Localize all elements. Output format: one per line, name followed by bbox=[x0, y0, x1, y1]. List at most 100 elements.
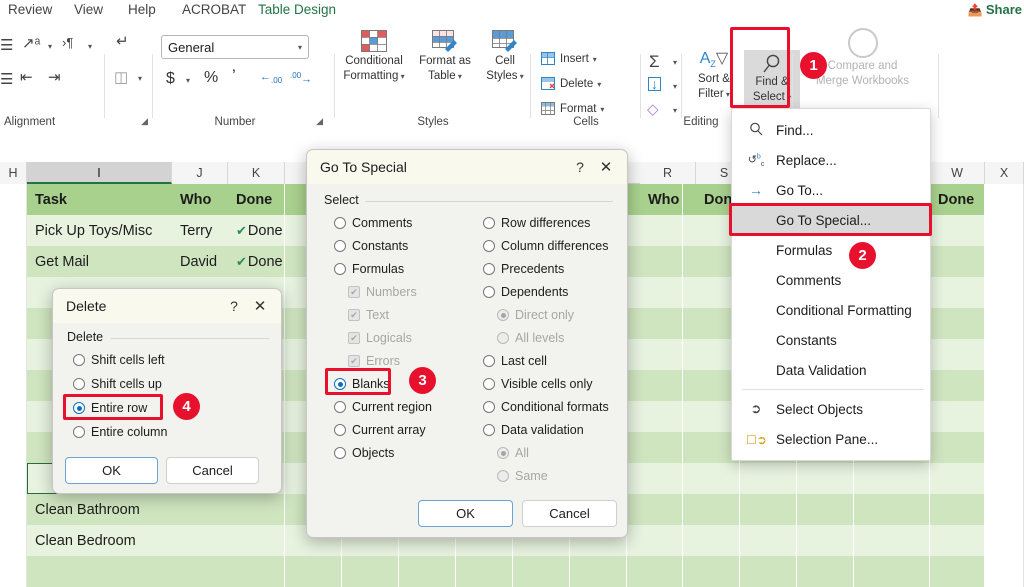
grid-cell[interactable] bbox=[797, 556, 854, 587]
column-header-W[interactable]: W bbox=[930, 162, 985, 184]
menu-item-formulas[interactable]: Formulas bbox=[732, 235, 930, 265]
menu-item-comments[interactable]: Comments bbox=[732, 265, 930, 295]
grid-cell[interactable] bbox=[854, 525, 930, 556]
grid-cell[interactable] bbox=[627, 246, 683, 277]
grid-cell[interactable] bbox=[797, 525, 854, 556]
column-header-H[interactable]: H bbox=[0, 162, 27, 184]
grid-cell-outside[interactable] bbox=[985, 339, 1024, 370]
gts-option-column-differences[interactable]: Column differences bbox=[483, 239, 608, 253]
radio-icon[interactable] bbox=[334, 424, 346, 436]
grid-cell[interactable] bbox=[683, 494, 740, 525]
radio-icon[interactable] bbox=[497, 470, 509, 482]
column-header-K[interactable]: K bbox=[228, 162, 285, 184]
delete-button[interactable]: Delete ▾ bbox=[541, 77, 601, 91]
radio-icon[interactable] bbox=[483, 286, 495, 298]
radio-icon[interactable] bbox=[483, 240, 495, 252]
grid-cell[interactable] bbox=[683, 556, 740, 587]
delete-option-entire-column[interactable]: Entire column bbox=[73, 425, 167, 439]
grid-cell[interactable] bbox=[570, 556, 627, 587]
grid-cell[interactable] bbox=[27, 556, 285, 587]
grid-cell[interactable] bbox=[930, 401, 985, 432]
grid-cell[interactable] bbox=[399, 556, 456, 587]
radio-icon[interactable] bbox=[483, 378, 495, 390]
checkbox-icon[interactable]: ✔ bbox=[348, 286, 360, 298]
grid-cell[interactable] bbox=[627, 277, 683, 308]
radio-icon[interactable] bbox=[483, 217, 495, 229]
currency-chevron-icon[interactable]: ▾ bbox=[186, 76, 190, 85]
grid-cell[interactable] bbox=[342, 556, 399, 587]
gts-option-last-cell[interactable]: Last cell bbox=[483, 354, 547, 368]
gts-option-logicals[interactable]: ✔Logicals bbox=[348, 331, 412, 345]
share-button[interactable]: 📤 Share bbox=[968, 2, 1022, 17]
ribbon-tab-acrobat[interactable]: ACROBAT bbox=[182, 2, 246, 17]
currency-button[interactable]: $ bbox=[166, 70, 175, 88]
grid-cell-outside[interactable] bbox=[985, 556, 1024, 587]
text-direction-chevron-icon[interactable]: ▾ bbox=[88, 42, 92, 51]
delete-cancel-button[interactable]: Cancel bbox=[166, 457, 259, 484]
cs-chevron-icon[interactable]: ▾ bbox=[518, 72, 524, 81]
gts-option-comments[interactable]: Comments bbox=[334, 216, 412, 230]
radio-icon[interactable] bbox=[334, 217, 346, 229]
grid-cell-outside[interactable] bbox=[985, 525, 1024, 556]
insert-chevron-icon[interactable]: ▾ bbox=[593, 55, 597, 64]
radio-icon[interactable] bbox=[497, 309, 509, 321]
checkbox-icon[interactable]: ✔ bbox=[348, 355, 360, 367]
gts-option-numbers[interactable]: ✔Numbers bbox=[348, 285, 417, 299]
grid-cell[interactable] bbox=[930, 277, 985, 308]
menu-item-conditional-formatting[interactable]: Conditional Formatting bbox=[732, 295, 930, 325]
grid-cell-outside[interactable] bbox=[985, 370, 1024, 401]
orientation-chevron-icon[interactable]: ▾ bbox=[48, 42, 52, 51]
gts-option-text[interactable]: ✔Text bbox=[348, 308, 389, 322]
menu-item-select-objects[interactable]: ➲Select Objects bbox=[732, 394, 930, 424]
number-format-select[interactable]: General ▾ bbox=[161, 35, 309, 59]
grid-cell[interactable] bbox=[930, 370, 985, 401]
delete-chevron-icon[interactable]: ▾ bbox=[597, 80, 601, 89]
help-button[interactable]: ? bbox=[221, 298, 247, 314]
menu-item-data-validation[interactable]: Data Validation bbox=[732, 355, 930, 385]
cell-styles-button[interactable]: Cell Styles ▾ bbox=[479, 30, 531, 83]
grid-cell[interactable] bbox=[930, 215, 985, 246]
menu-item-constants[interactable]: Constants bbox=[732, 325, 930, 355]
delete-dialog[interactable]: Delete ? ✕ Delete Shift cells leftShift … bbox=[52, 288, 282, 494]
ribbon-tab-table-design[interactable]: Table Design bbox=[258, 2, 336, 17]
delete-option-shift-cells-left[interactable]: Shift cells left bbox=[73, 353, 165, 367]
grid-cell[interactable] bbox=[627, 463, 683, 494]
radio-icon[interactable] bbox=[497, 332, 509, 344]
format-button[interactable]: Format ▾ bbox=[541, 102, 604, 116]
ribbon-tab-review[interactable]: Review bbox=[8, 2, 52, 17]
column-header-R[interactable]: R bbox=[640, 162, 696, 184]
delete-ok-button[interactable]: OK bbox=[65, 457, 158, 484]
grid-cell-outside[interactable] bbox=[985, 308, 1024, 339]
radio-icon[interactable] bbox=[497, 447, 509, 459]
gts-option-errors[interactable]: ✔Errors bbox=[348, 354, 400, 368]
number-dialog-launcher[interactable]: ◢ bbox=[316, 116, 323, 127]
grid-cell[interactable] bbox=[930, 432, 985, 463]
grid-cell[interactable] bbox=[627, 525, 683, 556]
grid-cell[interactable] bbox=[930, 463, 985, 494]
radio-icon[interactable] bbox=[483, 424, 495, 436]
ribbon-tab-view[interactable]: View bbox=[74, 2, 103, 17]
radio-icon[interactable] bbox=[334, 240, 346, 252]
gts-option-dependents[interactable]: Dependents bbox=[483, 285, 568, 299]
grid-cell[interactable] bbox=[797, 494, 854, 525]
menu-item-replace[interactable]: ↺bcReplace... bbox=[732, 145, 930, 175]
column-header-X[interactable]: X bbox=[985, 162, 1024, 184]
grid-cell[interactable] bbox=[930, 339, 985, 370]
decrease-decimal-icon[interactable]: .00→ bbox=[290, 71, 312, 86]
gts-option-formulas[interactable]: Formulas bbox=[334, 262, 404, 276]
gts-option-current-region[interactable]: Current region bbox=[334, 400, 432, 414]
column-header-I[interactable]: I bbox=[27, 162, 172, 184]
menu-item-selection-pane[interactable]: ☐➲Selection Pane... bbox=[732, 424, 930, 454]
increase-decimal-icon[interactable]: ←.00 bbox=[260, 71, 282, 85]
sort-filter-chevron-icon[interactable]: ▾ bbox=[724, 90, 730, 99]
go-to-special-ok-button[interactable]: OK bbox=[418, 500, 513, 527]
clear-chevron-icon[interactable]: ▾ bbox=[673, 106, 677, 115]
comma-style-button[interactable]: ’ bbox=[232, 66, 236, 86]
gts-option-same[interactable]: Same bbox=[497, 469, 548, 483]
grid-cell-outside[interactable] bbox=[985, 494, 1024, 525]
format-chevron-icon[interactable]: ▾ bbox=[600, 105, 604, 114]
gts-option-direct-only[interactable]: Direct only bbox=[497, 308, 574, 322]
gts-option-precedents[interactable]: Precedents bbox=[483, 262, 564, 276]
radio-icon[interactable] bbox=[483, 401, 495, 413]
text-direction-icon[interactable]: ›¶ bbox=[62, 35, 73, 50]
